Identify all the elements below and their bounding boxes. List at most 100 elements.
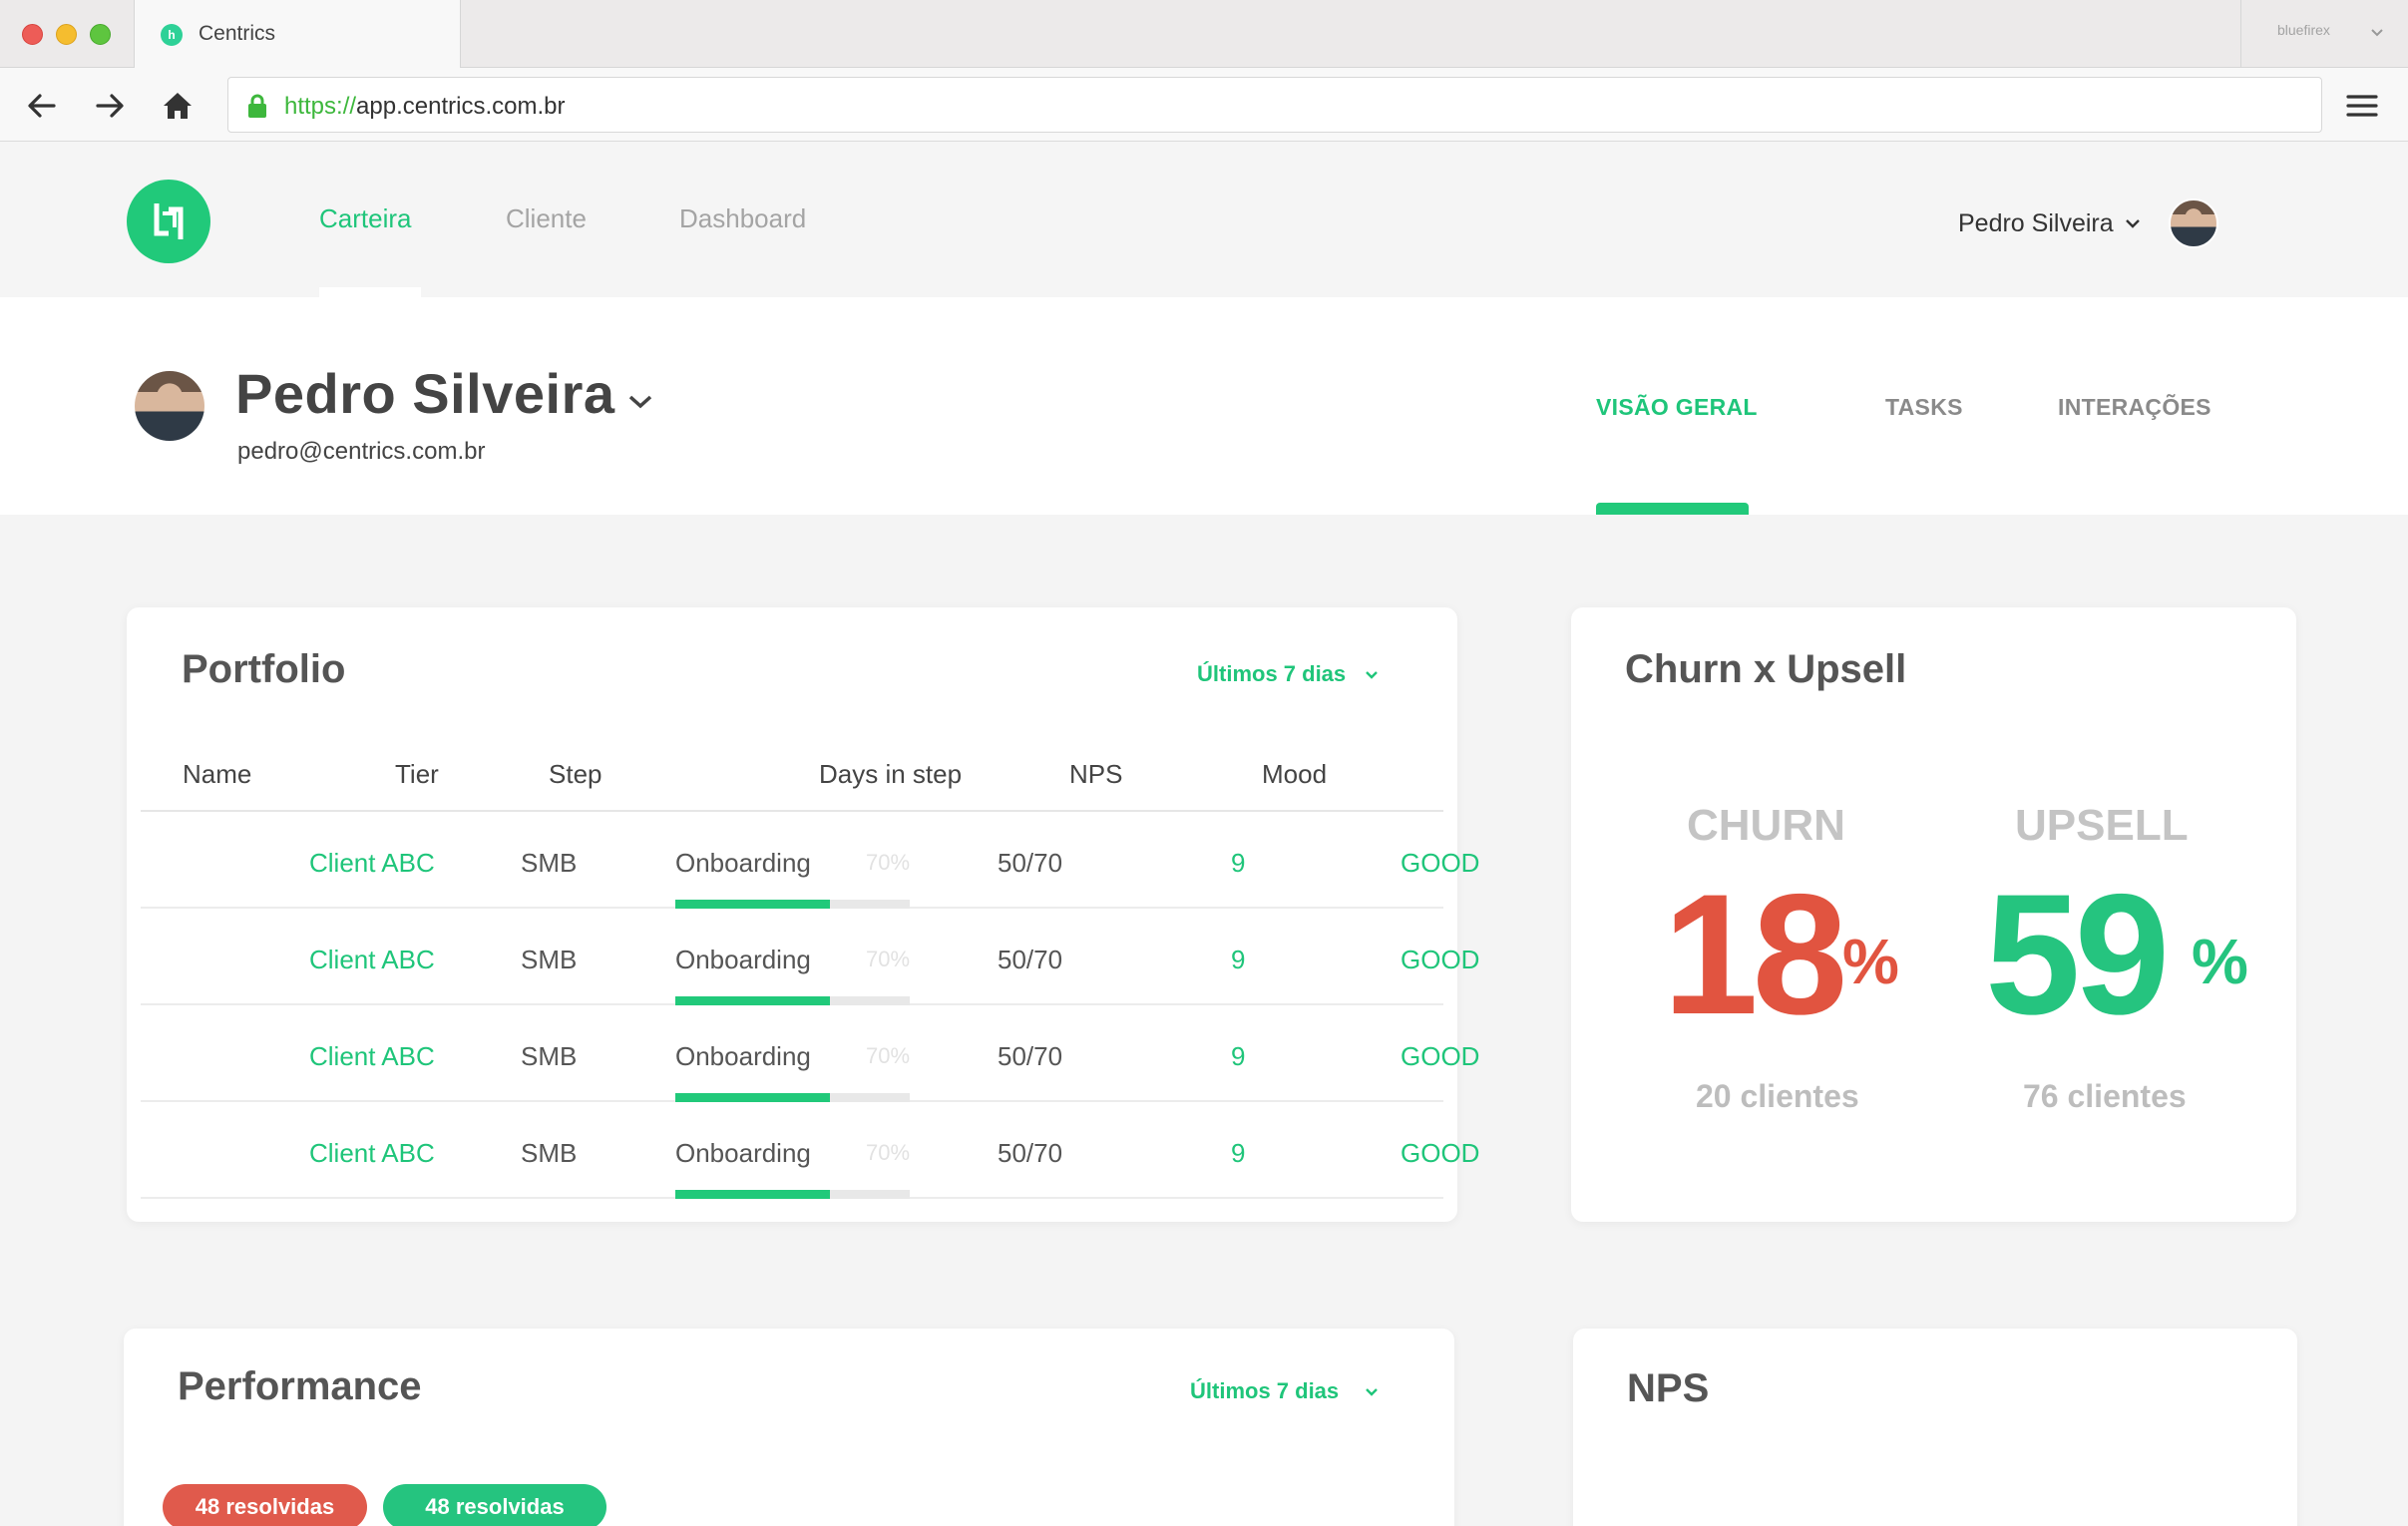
tab-visao-geral[interactable]: VISÃO GERAL <box>1596 394 1758 421</box>
url-domain: app.centrics.com.br <box>356 93 566 120</box>
step-progress-percent: 70% <box>866 1043 911 1068</box>
client-step: Onboarding <box>675 1041 811 1071</box>
upsell-value: 59 <box>1985 859 2170 1050</box>
browser-profile-menu[interactable]: bluefirex <box>2240 0 2408 68</box>
hamburger-menu-icon[interactable] <box>2344 88 2380 124</box>
step-progress-fill <box>675 1190 831 1199</box>
status-badge[interactable]: 48 resolvidas <box>383 1484 606 1526</box>
step-progress-bar <box>675 1190 910 1199</box>
client-tier: SMB <box>521 945 578 974</box>
step-progress-fill <box>675 1093 831 1102</box>
browser-toolbar: https://app.centrics.com.br <box>0 68 2408 142</box>
nps-score: 9 <box>1231 848 1246 878</box>
client-tier: SMB <box>521 848 578 878</box>
column-header-mood: Mood <box>1262 759 1328 789</box>
portfolio-range-select[interactable]: Últimos 7 dias <box>1197 661 1346 687</box>
address-bar[interactable]: https://app.centrics.com.br <box>227 77 2322 133</box>
profile-avatar <box>135 371 204 441</box>
portfolio-title: Portfolio <box>182 647 346 691</box>
nav-carteira[interactable]: Carteira <box>319 203 411 234</box>
nps-card: NPS <box>1573 1329 2297 1526</box>
logo-mark-icon <box>154 203 184 239</box>
tab-interacoes[interactable]: INTERAÇÕES <box>2058 394 2211 421</box>
step-progress-bar <box>675 1093 910 1102</box>
table-row[interactable]: Client ABC SMB Onboarding 70% 50/70 9 GOOD <box>141 1102 1479 1199</box>
home-icon[interactable] <box>158 86 198 126</box>
chevron-down-icon[interactable] <box>2125 217 2141 229</box>
avatar[interactable] <box>2169 198 2218 248</box>
step-progress-percent: 70% <box>866 947 911 971</box>
mood-value: GOOD <box>1401 1041 1480 1071</box>
close-window-button[interactable] <box>22 24 43 45</box>
status-badge[interactable]: 48 resolvidas <box>163 1484 367 1526</box>
days-in-step: 50/70 <box>998 945 1063 974</box>
centrics-logo[interactable] <box>127 180 210 263</box>
active-tab-indicator <box>1596 503 1749 515</box>
column-header-tier: Tier <box>395 759 439 789</box>
step-progress-fill <box>675 900 831 909</box>
churn-upsell-title: Churn x Upsell <box>1625 647 1907 691</box>
mood-value: GOOD <box>1401 945 1480 974</box>
step-progress-fill <box>675 996 831 1005</box>
column-header-name: Name <box>183 759 252 789</box>
column-header-step: Step <box>549 759 602 789</box>
step-progress-bar <box>675 996 910 1005</box>
step-progress-bar <box>675 900 910 909</box>
url-text: https://app.centrics.com.br <box>284 93 565 121</box>
profile-email: pedro@centrics.com.br <box>237 438 486 465</box>
client-name-link[interactable]: Client ABC <box>309 1041 435 1072</box>
table-row[interactable]: Client ABC SMB Onboarding 70% 50/70 9 GOOD <box>141 812 1479 909</box>
favicon-icon: h <box>161 24 183 46</box>
nps-title: NPS <box>1627 1366 1710 1410</box>
profile-name: Pedro Silveira <box>235 362 615 425</box>
days-in-step: 50/70 <box>998 848 1063 878</box>
client-tier: SMB <box>521 1138 578 1168</box>
table-row[interactable]: Client ABC SMB Onboarding 70% 50/70 9 GOOD <box>141 1005 1479 1102</box>
chevron-down-icon[interactable] <box>626 393 654 411</box>
churn-clients: 20 clientes <box>1696 1078 1859 1114</box>
mood-value: GOOD <box>1401 848 1480 878</box>
upsell-label: UPSELL <box>2015 801 2189 850</box>
nps-score: 9 <box>1231 1041 1246 1071</box>
upsell-clients: 76 clientes <box>2023 1078 2187 1114</box>
performance-range-select[interactable]: Últimos 7 dias <box>1190 1378 1339 1404</box>
column-header-days: Days in step <box>819 759 963 789</box>
mood-value: GOOD <box>1401 1138 1480 1168</box>
browser-tab-bar: h Centrics bluefirex <box>0 0 2408 68</box>
step-progress-percent: 70% <box>866 850 911 875</box>
client-profile-header: Pedro Silveira pedro@centrics.com.br VIS… <box>0 297 2408 515</box>
url-protocol: https:// <box>284 93 357 120</box>
tab-title: Centrics <box>199 22 276 45</box>
back-arrow-icon[interactable] <box>22 86 62 126</box>
maximize-window-button[interactable] <box>90 24 111 45</box>
client-step: Onboarding <box>675 945 811 974</box>
churn-label: CHURN <box>1687 801 1845 850</box>
upsell-unit: % <box>2192 926 2248 997</box>
nav-cliente[interactable]: Cliente <box>506 203 587 234</box>
chevron-down-icon <box>2371 29 2383 37</box>
chevron-down-icon[interactable] <box>1364 669 1380 681</box>
client-step: Onboarding <box>675 1138 811 1168</box>
churn-upsell-card: Churn x Upsell CHURN 18 % 20 clientes UP… <box>1571 607 2296 1222</box>
tab-tasks[interactable]: TASKS <box>1885 394 1963 421</box>
client-name-link[interactable]: Client ABC <box>309 1138 435 1169</box>
user-menu-name[interactable]: Pedro Silveira <box>1958 209 2114 238</box>
table-row[interactable]: Client ABC SMB Onboarding 70% 50/70 9 GOOD <box>141 909 1479 1005</box>
lock-icon <box>248 94 266 118</box>
churn-value: 18 <box>1663 859 1847 1050</box>
client-step: Onboarding <box>675 848 811 878</box>
client-name-link[interactable]: Client ABC <box>309 945 435 975</box>
nav-dashboard[interactable]: Dashboard <box>679 203 806 234</box>
client-name-link[interactable]: Client ABC <box>309 848 435 879</box>
days-in-step: 50/70 <box>998 1041 1063 1071</box>
browser-tab[interactable]: h Centrics <box>134 0 461 68</box>
browser-profile-name: bluefirex <box>2277 22 2330 38</box>
chevron-down-icon[interactable] <box>1364 1386 1380 1398</box>
column-header-nps: NPS <box>1069 759 1123 789</box>
portfolio-card: Portfolio Últimos 7 dias Name Tier Step … <box>127 607 1479 1222</box>
days-in-step: 50/70 <box>998 1138 1063 1168</box>
forward-arrow-icon[interactable] <box>90 86 130 126</box>
nps-score: 9 <box>1231 1138 1246 1168</box>
minimize-window-button[interactable] <box>56 24 77 45</box>
step-progress-percent: 70% <box>866 1140 911 1165</box>
